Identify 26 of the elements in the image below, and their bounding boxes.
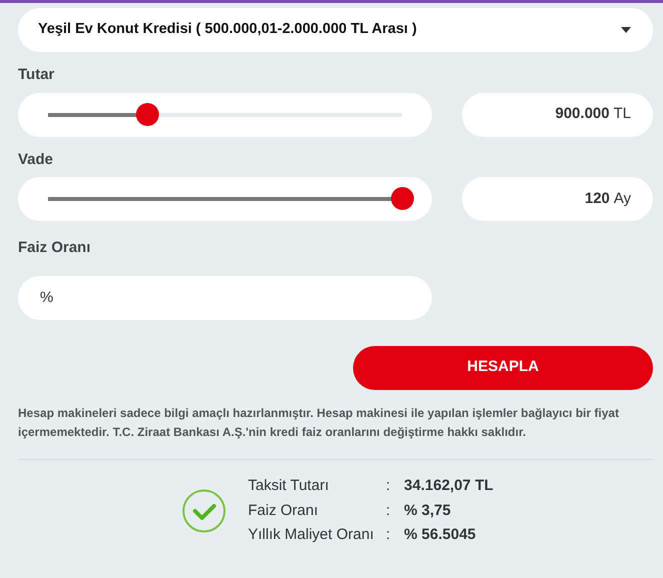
loan-type-dropdown[interactable]: Yeşil Ev Konut Kredisi ( 500.000,01-2.000.000 TL Arası ) [18, 8, 653, 52]
slider-thumb[interactable] [391, 187, 414, 210]
result-label: Yıllık Maliyet Oranı [248, 526, 374, 544]
result-label: Taksit Tutarı [248, 477, 329, 494]
rate-input-field[interactable]: % [18, 276, 432, 320]
caret-icon [621, 27, 631, 33]
unit-text: TL [613, 104, 631, 124]
field-label: Tutar [18, 65, 56, 85]
result-value: % 3,75 [404, 502, 451, 519]
unit-text: Ay [614, 188, 631, 209]
value-field[interactable]: 120 Ay [462, 177, 653, 221]
value-text: 120 [584, 188, 610, 209]
result-label: Faiz Oranı [248, 502, 318, 519]
calculate-button[interactable]: HESAPLA [353, 346, 653, 390]
value-field[interactable]: 900.000 TL [462, 92, 653, 136]
value-text: 900.000 [555, 104, 610, 124]
check-circle-icon [182, 488, 226, 533]
disclaimer-text: Hesap makineleri sadece bilgi amaçlı hazırlanmıştır. Hesap makinesi ile yapılan işlemler bağlayıcı bir fiyat içermemektedir. T.C. Ziraat Bankası A.Ş.'nin kredi faiz oranlarını değiştirme hakkı saklıdır. [18, 404, 620, 442]
separator-text: : [386, 526, 390, 544]
separator-text: : [386, 502, 390, 519]
separator-text: : [386, 477, 390, 494]
result-value: 34.162,07 TL [404, 477, 494, 494]
slider-thumb[interactable] [136, 102, 160, 126]
field-label: Vade [18, 150, 54, 170]
field-label: Faiz Oranı [18, 238, 92, 258]
result-value: % 56.5045 [404, 526, 476, 544]
